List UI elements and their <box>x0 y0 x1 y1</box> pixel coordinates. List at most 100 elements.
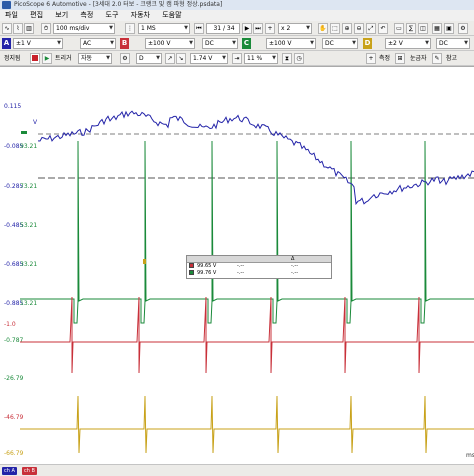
measure-add-icon[interactable]: + <box>366 53 376 64</box>
menu-edit[interactable]: 편집 <box>25 10 48 21</box>
right-axis-label: 93.21 <box>20 143 37 150</box>
channel-c-offset-marker[interactable] <box>21 131 27 134</box>
trigger-label: 트리거 <box>55 55 72 62</box>
window-title: PicoScope 6 Automotive - [3세대 2.0 터보 - 크… <box>14 1 223 8</box>
ruler-swatch-b <box>189 263 194 268</box>
falling-edge-icon[interactable]: ↘ <box>176 53 186 64</box>
zoom-out-tool-icon[interactable]: ⊖ <box>354 23 364 34</box>
hand-tool-icon[interactable]: ✋ <box>318 23 328 34</box>
persistence-mode-icon[interactable]: ⌇ <box>13 23 23 34</box>
zoom-select[interactable]: x 2 ▼ <box>278 23 312 34</box>
channel-b-button[interactable]: B <box>120 38 129 49</box>
chevron-down-icon: ▼ <box>189 40 193 46</box>
ruler-row-c: 99.76 V -.-- -.-- <box>187 270 331 277</box>
channel-b-badge[interactable]: ch B <box>22 467 37 475</box>
left-axis-label: -46.79 <box>4 414 24 421</box>
toolbar-top: ∿ ⌇ ▥ ⏱ 100 ms/div ▼ ⋮ 1 MS ▼ ⏮ 31 / 34 ▶ … <box>0 21 474 36</box>
right-axis-label: 53.21 <box>20 222 37 229</box>
grid-icon[interactable]: ▦ <box>432 23 442 34</box>
ruler-tool-icon[interactable]: ▭ <box>394 23 404 34</box>
voltage-unit-marker: V <box>33 119 38 126</box>
trigger-level-input[interactable]: 1.74 V ▼ <box>190 53 228 64</box>
layout-icon[interactable]: ▣ <box>444 23 454 34</box>
chevron-down-icon: ▼ <box>425 40 429 46</box>
stop-icon[interactable] <box>30 53 40 64</box>
menu-view[interactable]: 보기 <box>50 10 73 21</box>
reference-icon[interactable]: ◫ <box>418 23 428 34</box>
trigger-toolbar: 정지됨 ▶ 트리거 자동 ▼ ⚙ D ▼ ↗ ↘ 1.74 V ▼ ⇥ 11 % ▼ ⧗… <box>0 51 474 66</box>
run-icon[interactable]: ▶ <box>42 53 52 64</box>
channel-c-button[interactable]: C <box>242 38 251 49</box>
channel-a-coupling[interactable]: AC ▼ <box>80 38 116 49</box>
trigger-channel-select[interactable]: D ▼ <box>136 53 162 64</box>
left-axis-label: -26.79 <box>4 375 24 382</box>
zoom-in-icon[interactable]: + <box>265 23 275 34</box>
trigger-delay-icon[interactable]: ⧗ <box>282 53 292 64</box>
status-bar: ch A ch B <box>0 464 474 476</box>
ruler-table-header: Δ <box>187 256 331 263</box>
timebase-icon: ⏱ <box>41 23 51 34</box>
ruler-button[interactable]: 눈금자 <box>410 53 427 64</box>
measure-button[interactable]: 측정 <box>379 53 390 64</box>
menu-help[interactable]: 도움말 <box>157 10 186 21</box>
app-icon <box>2 1 11 9</box>
last-buffer-icon[interactable]: ⏭ <box>253 23 263 34</box>
spectrum-mode-icon[interactable]: ▥ <box>24 23 34 34</box>
channel-b-range[interactable]: ±100 V ▼ <box>145 38 195 49</box>
menu-file[interactable]: 파일 <box>0 10 23 21</box>
menu-automotive[interactable]: 자동차 <box>126 10 155 21</box>
math-channel-icon[interactable]: ∑ <box>406 23 416 34</box>
channel-toolbar: A ±1 V ▼ AC ▼ B ±100 V ▼ DC ▼ C ±100 V ▼ DC ▼ … <box>0 36 474 51</box>
undo-zoom-icon[interactable]: ↶ <box>378 23 388 34</box>
chevron-down-icon: ▼ <box>156 55 160 61</box>
channel-c-coupling[interactable]: DC ▼ <box>322 38 358 49</box>
channel-a-range[interactable]: ±1 V ▼ <box>13 38 63 49</box>
pretrigger-input[interactable]: 11 % ▼ <box>244 53 278 64</box>
trigger-settings-icon[interactable]: ⚙ <box>120 53 130 64</box>
channel-a-button[interactable]: A <box>2 38 11 49</box>
channel-b-coupling[interactable]: DC ▼ <box>202 38 238 49</box>
rising-edge-icon[interactable]: ↗ <box>165 53 175 64</box>
notes-icon[interactable]: ✎ <box>432 53 442 64</box>
menu-measure[interactable]: 측정 <box>75 10 98 21</box>
status-label: 정지됨 <box>4 55 21 62</box>
timebase-select[interactable]: 100 ms/div ▼ <box>53 23 115 34</box>
right-axis-label: 33.21 <box>20 261 37 268</box>
channel-d-button[interactable]: D <box>363 38 372 49</box>
menu-tools[interactable]: 도구 <box>101 10 124 21</box>
channel-a-badge[interactable]: ch A <box>2 467 17 475</box>
ruler-swatch-c <box>189 270 194 275</box>
scope-view[interactable]: 0.115 -0.085 -0.285 -0.485 -0.685 -0.885 -1.0-… <box>0 66 474 467</box>
trigger-mode-select[interactable]: 자동 ▼ <box>78 53 112 64</box>
buffer-navigator[interactable]: 31 / 34 <box>206 23 240 34</box>
channel-c-trace <box>20 140 474 324</box>
channel-b-trace <box>20 296 474 374</box>
pretrigger-icon: ⇥ <box>232 53 242 64</box>
channel-d-range[interactable]: ±2 V ▼ <box>385 38 431 49</box>
notes-button[interactable]: 참고 <box>446 53 457 64</box>
samples-select[interactable]: 1 MS ▼ <box>138 23 190 34</box>
menu-bar: 파일 편집 보기 측정 도구 자동차 도움말 <box>0 10 474 21</box>
left-axis-label: 0.115 <box>4 103 21 110</box>
trigger-marker[interactable] <box>143 259 146 264</box>
settings-icon[interactable]: ⚙ <box>458 23 468 34</box>
zoom-fit-icon[interactable]: ⤢ <box>366 23 376 34</box>
chevron-down-icon: ▼ <box>306 25 310 31</box>
left-axis-label: -0.787 <box>4 337 24 344</box>
channel-c-range[interactable]: ±100 V ▼ <box>266 38 316 49</box>
ruler-table: Δ 99.65 V -.-- -.-- 99.76 V -.-- -.-- <box>186 255 332 279</box>
x-axis-unit: ms <box>466 452 474 459</box>
ruler-row-b: 99.65 V -.-- -.-- <box>187 263 331 270</box>
channel-d-coupling[interactable]: DC ▼ <box>436 38 470 49</box>
zoom-tool-icon[interactable]: ⊕ <box>342 23 352 34</box>
scope-mode-icon[interactable]: ∿ <box>2 23 12 34</box>
next-buffer-icon[interactable]: ▶ <box>242 23 252 34</box>
ruler-icon[interactable]: ⊞ <box>395 53 405 64</box>
trigger-extra-icon[interactable]: ◷ <box>294 53 304 64</box>
right-axis-labels: 93.21 73.21 53.21 33.21 13.21 <box>20 143 37 307</box>
select-tool-icon[interactable]: ⬚ <box>330 23 340 34</box>
chevron-down-icon: ▼ <box>272 55 276 61</box>
first-buffer-icon[interactable]: ⏮ <box>194 23 204 34</box>
chevron-down-icon: ▼ <box>232 40 236 46</box>
chevron-down-icon: ▼ <box>222 55 226 61</box>
